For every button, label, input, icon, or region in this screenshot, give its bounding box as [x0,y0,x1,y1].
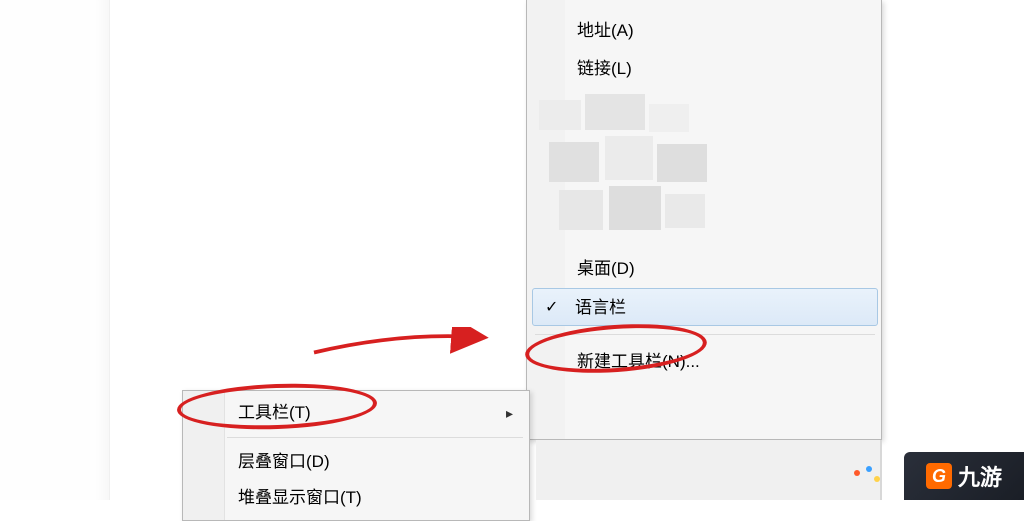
submenu-item-label: 桌面(D) [577,259,635,278]
taskbar-context-menu: 工具栏(T) 层叠窗口(D) 堆叠显示窗口(T) [182,390,530,521]
decorative-dots-icon [854,466,884,486]
watermark-text: 九游 [958,460,1002,492]
submenu-item-label: 链接(L) [577,59,632,78]
submenu-item-new-toolbar[interactable]: 新建工具栏(N)... [565,343,881,381]
submenu-item-desktop[interactable]: 桌面(D) [565,250,881,288]
checkmark-icon: ✓ [545,289,558,327]
submenu-item-label: 语言栏 [575,298,626,317]
menu-item-label: 堆叠显示窗口(T) [238,488,362,507]
obscured-menu-items [539,94,867,244]
menu-item-cascade-windows[interactable]: 层叠窗口(D) [183,444,529,480]
annotation-arrow-icon [285,327,520,357]
document-left-edge [0,0,110,500]
menu-item-stack-windows[interactable]: 堆叠显示窗口(T) [183,480,529,516]
toolbars-submenu: 地址(A) 链接(L) 桌面(D) ✓ 语言栏 新建工具栏(N)... [526,0,882,440]
watermark-icon: G [926,463,952,489]
submenu-item-links[interactable]: 链接(L) [565,50,881,88]
submenu-item-language-bar[interactable]: ✓ 语言栏 [532,288,878,326]
submenu-item-label: 地址(A) [577,21,634,40]
panel-background [536,440,882,500]
watermark-logo: G 九游 [904,452,1024,500]
menu-item-label: 层叠窗口(D) [238,452,330,471]
menu-item-label: 工具栏(T) [238,403,311,422]
submenu-item-address[interactable]: 地址(A) [565,12,881,50]
submenu-item-label: 新建工具栏(N)... [577,352,700,371]
menu-separator [227,437,523,438]
menu-item-toolbars[interactable]: 工具栏(T) [183,395,529,431]
menu-separator [535,334,875,335]
